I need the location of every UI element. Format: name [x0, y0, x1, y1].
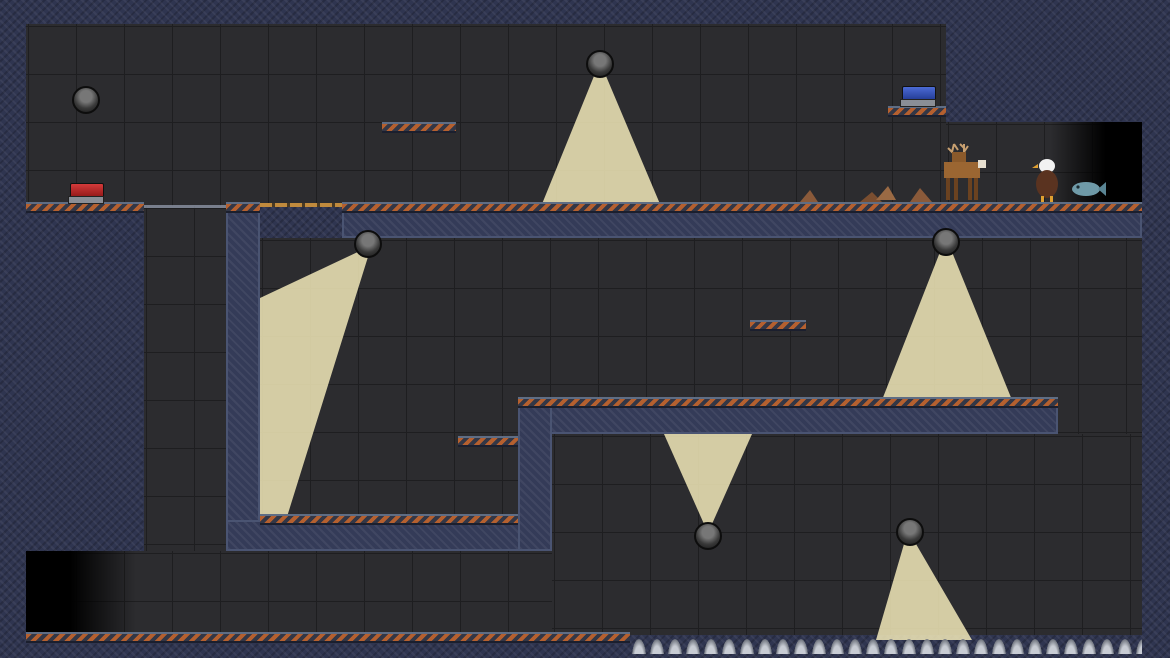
wooden-bridge	[260, 203, 342, 207]
fish-icon[interactable]	[1070, 180, 1108, 198]
game-viewport	[0, 0, 1170, 658]
ledge-blue-switch	[888, 106, 946, 117]
lamp-top-left	[72, 86, 100, 114]
beam-top-center	[542, 76, 660, 204]
lamp-mid-left	[354, 230, 382, 258]
lamp-center-lower	[694, 522, 722, 550]
glass-bridge	[144, 205, 226, 208]
floor-pillar-top	[226, 202, 260, 213]
red-switch-base	[68, 196, 104, 204]
lamp-bottom-right	[896, 518, 924, 546]
floor-lower	[26, 632, 630, 643]
lamp-top-center	[586, 50, 614, 78]
lamp-mid-right	[932, 228, 960, 256]
beam-mid-left	[260, 244, 372, 520]
spikes-icon	[630, 634, 1142, 654]
light-beams	[260, 76, 1012, 640]
beam-bottom-right	[876, 544, 972, 640]
floor-middle-ledge	[518, 397, 1058, 408]
beam-center-lower	[664, 434, 752, 524]
blue-switch-base	[900, 99, 936, 107]
beam-mid-right	[882, 252, 1012, 400]
ledge-middle-small	[750, 320, 806, 331]
ledge-upper-small	[382, 122, 456, 133]
deer-icon[interactable]	[934, 142, 994, 204]
ledge-left-step	[458, 436, 518, 447]
floor-u-bottom	[260, 514, 518, 525]
eagle-icon[interactable]	[1030, 158, 1064, 202]
floor-upper-main	[342, 202, 1142, 213]
